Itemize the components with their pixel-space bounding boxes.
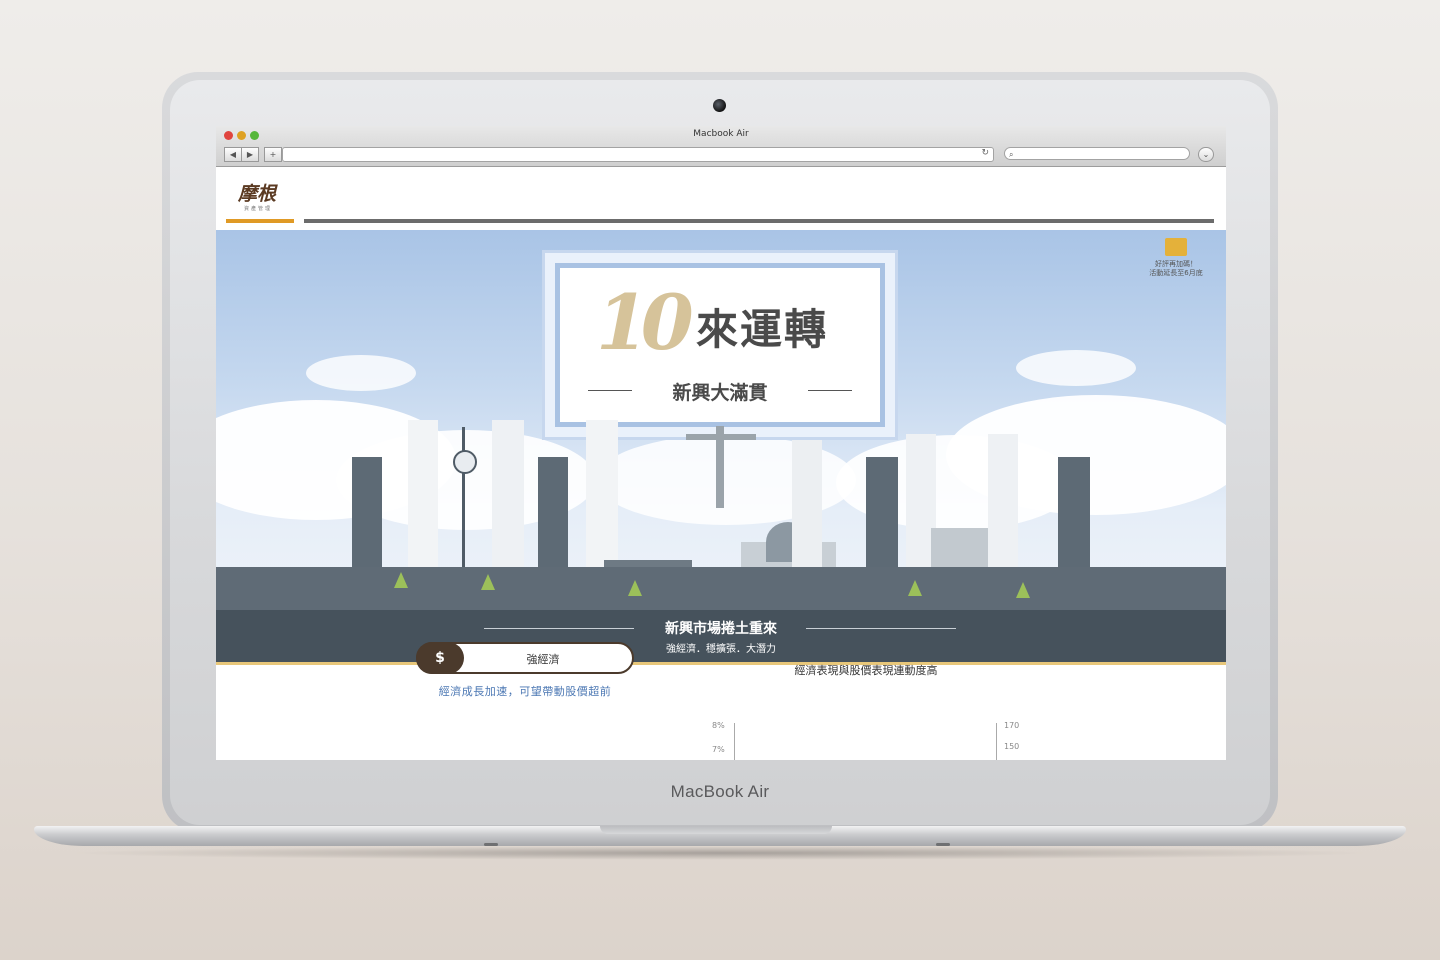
hero-title-frame: 10 來運轉 新興大滿貫 bbox=[542, 250, 898, 440]
new-tab-button[interactable]: + bbox=[264, 147, 282, 162]
screen: Macbook Air ◀ ▶ + ↻ ⌕ ⌄ 摩根 資產管理 10 來運轉 新… bbox=[216, 126, 1226, 760]
building bbox=[492, 420, 524, 570]
logo-underline bbox=[226, 219, 294, 223]
tree-icon bbox=[1016, 582, 1030, 598]
promo-badge-line2: 活動延長至6月底 bbox=[1149, 269, 1203, 277]
laptop-foot bbox=[484, 843, 498, 846]
nav-divider bbox=[304, 219, 1214, 223]
device-label: MacBook Air bbox=[670, 782, 770, 801]
window-title: Macbook Air bbox=[693, 129, 749, 139]
tower-sphere bbox=[453, 450, 477, 474]
hero-banner: 10 來運轉 新興大滿貫 好評再加碼！ 活動延長至6月底 新興市場捲土重來 強經… bbox=[216, 230, 1226, 665]
hero-subheadline: 新興大滿貫 bbox=[672, 382, 768, 404]
browser-chrome: Macbook Air ◀ ▶ + ↻ ⌕ ⌄ bbox=[216, 126, 1226, 167]
download-icon[interactable]: ⌄ bbox=[1198, 147, 1214, 162]
tree-icon bbox=[908, 580, 922, 596]
building bbox=[408, 420, 438, 570]
reload-icon[interactable]: ↻ bbox=[981, 148, 989, 158]
chart-title: 經濟表現與股價表現連動度高 bbox=[794, 664, 938, 677]
y-axis-right bbox=[996, 723, 997, 760]
cloud bbox=[1016, 350, 1136, 386]
address-bar[interactable]: ↻ bbox=[282, 147, 994, 162]
hero-band: 新興市場捲土重來 強經濟．穩擴張．大潛力 bbox=[216, 610, 1226, 665]
camera-icon bbox=[713, 99, 726, 112]
laptop-shadow bbox=[60, 846, 1380, 860]
y-tick-left: 7% bbox=[712, 745, 725, 754]
building bbox=[586, 420, 618, 570]
feature-pill-label: 強經濟 bbox=[526, 653, 560, 666]
building bbox=[988, 434, 1018, 570]
feature-pill[interactable]: $ 強經濟 bbox=[416, 642, 634, 674]
statue-arms bbox=[686, 434, 756, 440]
y-tick-left: 8% bbox=[712, 721, 725, 730]
dollar-globe-icon: $ bbox=[416, 642, 464, 674]
gift-icon bbox=[1165, 238, 1187, 256]
search-input[interactable]: ⌕ bbox=[1004, 147, 1190, 160]
forward-button[interactable]: ▶ bbox=[241, 147, 259, 162]
web-page: 摩根 資產管理 10 來運轉 新興大滿貫 好評再加碼！ 活動延長至6月底 新興市… bbox=[216, 167, 1226, 760]
skyline-ground bbox=[216, 567, 1226, 610]
laptop-notch bbox=[600, 826, 832, 834]
feature-text: 經濟成長加速，可望帶動股價超前 bbox=[438, 685, 612, 698]
hero-number-mark: 10 bbox=[596, 278, 694, 367]
site-header: 摩根 資產管理 bbox=[216, 167, 1226, 230]
y-tick-right: 170 bbox=[1004, 721, 1020, 730]
back-button[interactable]: ◀ bbox=[224, 147, 242, 162]
band-subtitle: 強經濟．穩擴張．大潛力 bbox=[666, 644, 776, 655]
cloud bbox=[306, 355, 416, 391]
hero-title-inner: 10 來運轉 新興大滿貫 bbox=[555, 263, 885, 427]
laptop-foot bbox=[936, 843, 950, 846]
y-tick-right: 150 bbox=[1004, 742, 1020, 751]
tower-spire bbox=[462, 427, 465, 567]
hero-headline: 來運轉 bbox=[696, 305, 829, 354]
building bbox=[792, 440, 822, 570]
site-logo[interactable]: 摩根 bbox=[238, 179, 276, 206]
y-axis-left bbox=[734, 723, 735, 760]
site-logo-sub: 資產管理 bbox=[244, 206, 273, 212]
tree-icon bbox=[628, 580, 642, 596]
promo-badge-line1: 好評再加碼！ bbox=[1155, 260, 1197, 268]
tree-icon bbox=[481, 574, 495, 590]
tree-icon bbox=[394, 572, 408, 588]
band-title: 新興市場捲土重來 bbox=[665, 621, 777, 637]
